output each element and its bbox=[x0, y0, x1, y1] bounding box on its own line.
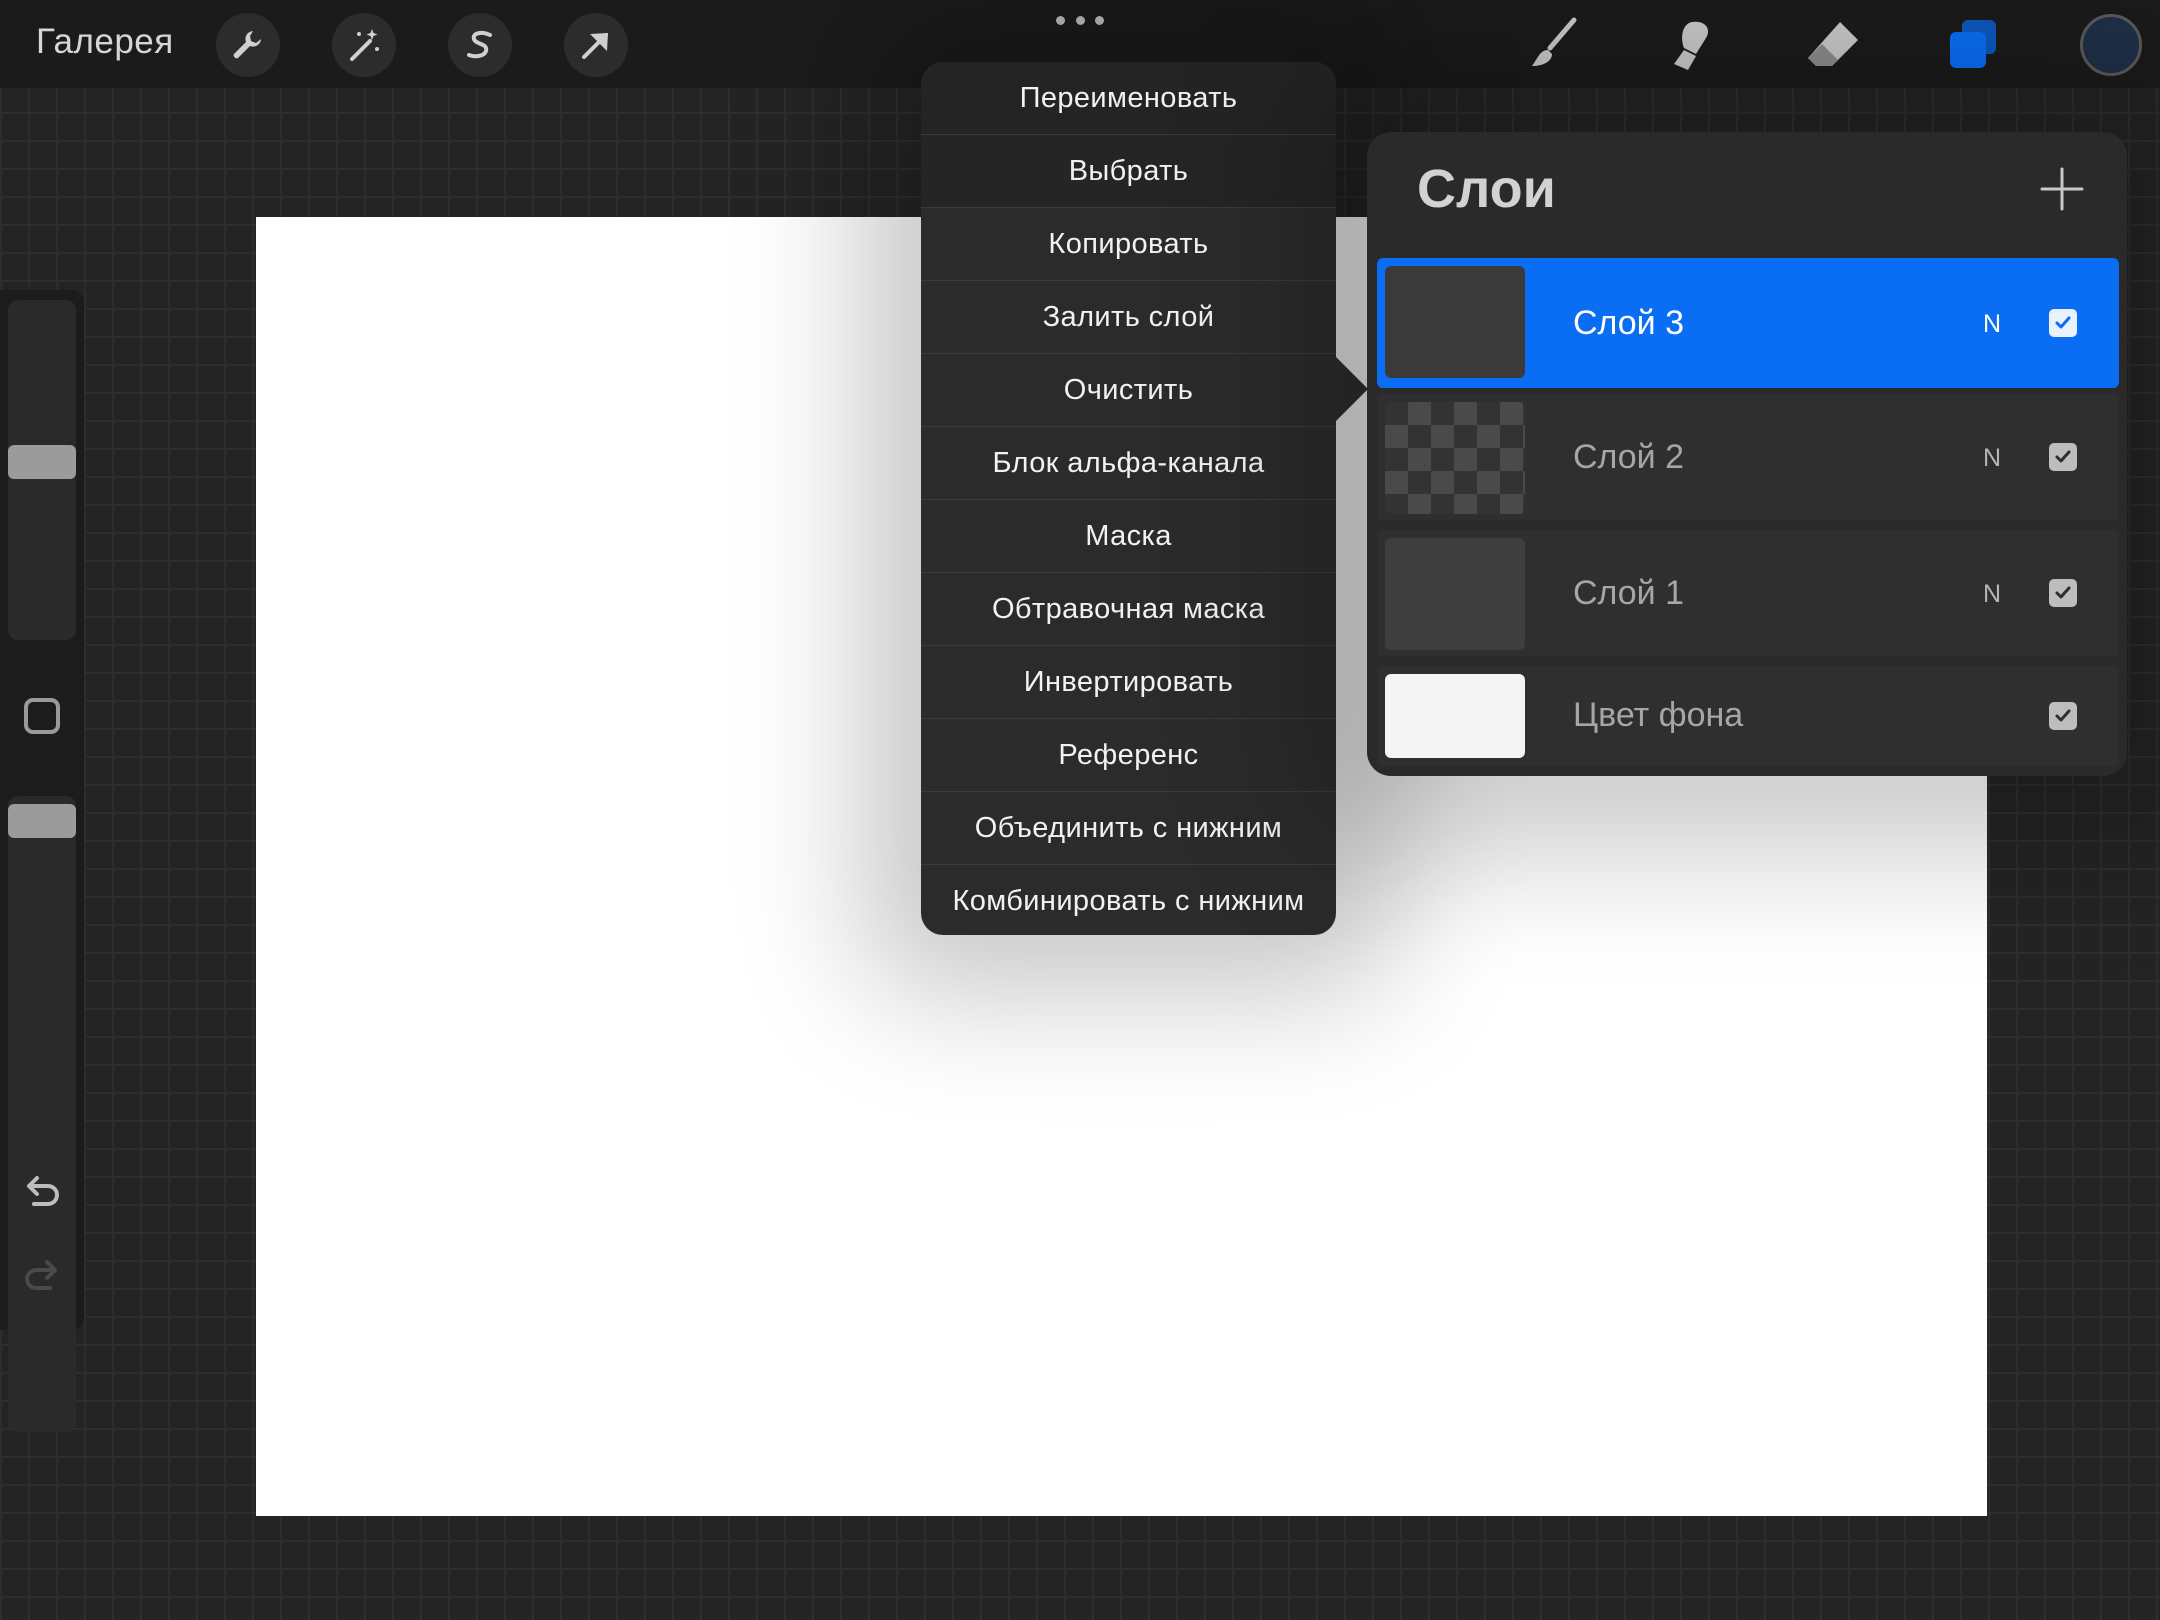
menu-item-invert[interactable]: Инвертировать bbox=[921, 646, 1336, 719]
background-color-thumbnail bbox=[1385, 674, 1525, 758]
visibility-checkbox[interactable] bbox=[2049, 309, 2077, 337]
brush-icon bbox=[1532, 17, 1577, 66]
paint-tool-button[interactable] bbox=[1516, 8, 1590, 82]
menu-item-fill-layer[interactable]: Залить слой bbox=[921, 281, 1336, 354]
left-sidebar bbox=[0, 290, 84, 1432]
blend-mode-button[interactable]: N bbox=[1983, 444, 2001, 473]
menu-item-combine-down[interactable]: Комбинировать с нижним bbox=[921, 865, 1336, 935]
layer-row-layer-3[interactable]: Слой 3 N bbox=[1377, 258, 2119, 388]
more-options-icon[interactable] bbox=[1056, 13, 1104, 27]
selection-icon bbox=[467, 30, 492, 59]
brush-size-thumb[interactable] bbox=[8, 445, 76, 480]
menu-item-clear[interactable]: Очистить bbox=[921, 354, 1336, 427]
layer-name: Слой 3 bbox=[1573, 304, 1685, 342]
menu-item-reference[interactable]: Референс bbox=[921, 719, 1336, 792]
eraser-tool-button[interactable] bbox=[1796, 8, 1870, 82]
layer-name: Слой 1 bbox=[1573, 574, 1685, 612]
menu-item-merge-down[interactable]: Объединить с нижним bbox=[921, 792, 1336, 865]
layer-actions-menu: Переименовать Выбрать Копировать Залить … bbox=[921, 62, 1336, 935]
adjustments-button[interactable] bbox=[332, 13, 396, 77]
visibility-checkbox[interactable] bbox=[2049, 579, 2077, 607]
layers-panel: Слои Слой 3 N Слой 2 N Слой 1 N Цвет фон… bbox=[1367, 132, 2127, 776]
menu-pointer-arrow bbox=[1334, 355, 1368, 423]
checkmark-icon bbox=[2055, 586, 2071, 599]
layers-tool-button[interactable] bbox=[1936, 8, 2010, 82]
menu-item-copy[interactable]: Копировать bbox=[921, 208, 1336, 281]
smudge-icon bbox=[1674, 21, 1709, 70]
checkmark-icon bbox=[2055, 450, 2071, 463]
menu-item-mask[interactable]: Маска bbox=[921, 500, 1336, 573]
blend-mode-button[interactable]: N bbox=[1983, 310, 2001, 339]
menu-item-clipping-mask[interactable]: Обтравочная маска bbox=[921, 573, 1336, 646]
layer-thumbnail bbox=[1385, 538, 1525, 650]
color-picker-button[interactable] bbox=[2080, 14, 2142, 76]
smudge-tool-button[interactable] bbox=[1656, 8, 1730, 82]
layer-row-layer-1[interactable]: Слой 1 N bbox=[1377, 530, 2119, 656]
layer-thumbnail bbox=[1385, 402, 1525, 514]
menu-item-alpha-lock[interactable]: Блок альфа-канала bbox=[921, 427, 1336, 500]
opacity-thumb[interactable] bbox=[8, 804, 76, 838]
layer-row-layer-2[interactable]: Слой 2 N bbox=[1377, 394, 2119, 520]
layer-thumbnail bbox=[1385, 266, 1525, 378]
checkmark-icon bbox=[2055, 709, 2071, 722]
transform-arrow-icon bbox=[582, 33, 608, 59]
wrench-icon bbox=[233, 31, 261, 59]
menu-item-rename[interactable]: Переименовать bbox=[921, 62, 1336, 135]
opacity-slider[interactable] bbox=[8, 796, 76, 1432]
layer-row-background-color[interactable]: Цвет фона bbox=[1377, 666, 2119, 766]
selection-button[interactable] bbox=[448, 13, 512, 77]
layers-icon bbox=[1950, 20, 1996, 68]
gallery-button[interactable]: Галерея bbox=[36, 22, 174, 62]
visibility-checkbox[interactable] bbox=[2049, 443, 2077, 471]
layer-name: Слой 2 bbox=[1573, 438, 1685, 476]
eyedropper-modify-button[interactable] bbox=[24, 698, 60, 734]
eraser-icon bbox=[1808, 22, 1858, 66]
transform-button[interactable] bbox=[564, 13, 628, 77]
menu-item-select[interactable]: Выбрать bbox=[921, 135, 1336, 208]
redo-icon[interactable] bbox=[20, 1254, 64, 1298]
layer-name: Цвет фона bbox=[1573, 696, 1744, 734]
plus-icon[interactable] bbox=[2037, 164, 2087, 214]
blend-mode-button[interactable]: N bbox=[1983, 580, 2001, 609]
layers-panel-title: Слои bbox=[1417, 159, 1556, 219]
checkmark-icon bbox=[2055, 316, 2071, 329]
magic-wand-icon bbox=[350, 29, 379, 61]
undo-icon[interactable] bbox=[20, 1170, 64, 1214]
actions-wrench-button[interactable] bbox=[216, 13, 280, 77]
visibility-checkbox[interactable] bbox=[2049, 702, 2077, 730]
